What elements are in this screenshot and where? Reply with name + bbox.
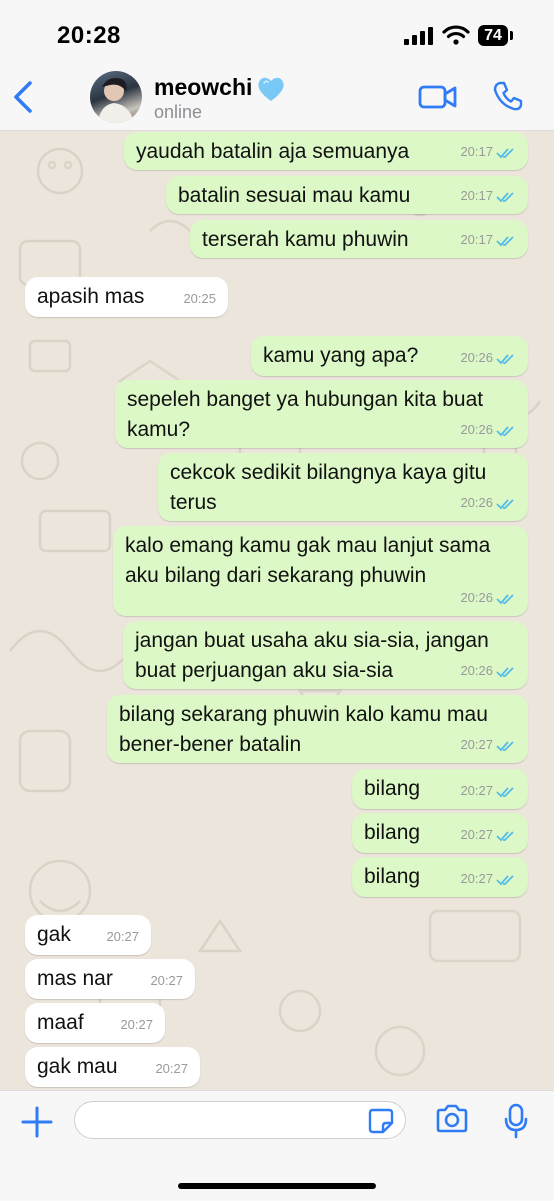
- incoming-message[interactable]: gak 20:27: [25, 915, 151, 955]
- message-text: gak mau: [37, 1055, 118, 1078]
- outgoing-message[interactable]: bilang sekarang phuwin kalo kamu mau ben…: [107, 695, 528, 763]
- incoming-message[interactable]: apasih mas 20:25: [25, 277, 228, 317]
- status-time: 20:28: [57, 22, 121, 49]
- back-chevron-icon[interactable]: [10, 80, 36, 114]
- outgoing-message[interactable]: terserah kamu phuwin 20:17: [190, 220, 528, 258]
- outgoing-message[interactable]: bilang 20:27: [352, 813, 528, 853]
- blue-heart-icon: [258, 77, 284, 101]
- message-text: jangan buat usaha aku sia-sia, jangan bu…: [135, 629, 489, 682]
- battery-icon: 74: [478, 25, 508, 46]
- message-time: 20:17: [460, 188, 493, 203]
- sticker-icon[interactable]: [368, 1108, 394, 1134]
- message-time: 20:27: [460, 783, 493, 798]
- message-input[interactable]: [74, 1101, 406, 1139]
- message-composer: [0, 1090, 554, 1201]
- incoming-message[interactable]: mas nar 20:27: [25, 959, 195, 999]
- read-ticks-icon: [496, 498, 514, 509]
- message-text: mas nar: [37, 967, 113, 990]
- message-text: bilang sekarang phuwin kalo kamu mau ben…: [119, 703, 488, 756]
- message-time: 20:17: [460, 144, 493, 159]
- battery-tip: [510, 31, 513, 40]
- read-ticks-icon: [496, 191, 514, 202]
- message-time: 20:26: [460, 590, 493, 605]
- message-text: kamu yang apa?: [263, 344, 419, 367]
- message-time: 20:26: [460, 663, 493, 678]
- read-ticks-icon: [496, 830, 514, 841]
- message-text: cekcok sedikit bilangnya kaya gitu terus: [170, 461, 487, 514]
- read-ticks-icon: [496, 666, 514, 677]
- read-ticks-icon: [496, 874, 514, 885]
- read-ticks-icon: [496, 425, 514, 436]
- message-time: 20:26: [460, 422, 493, 437]
- message-time: 20:27: [106, 929, 139, 944]
- status-bar: 20:28 74: [0, 0, 554, 66]
- message-time: 20:27: [155, 1061, 188, 1076]
- outgoing-message[interactable]: yaudah batalin aja semuanya 20:17: [124, 132, 528, 170]
- read-ticks-icon: [496, 740, 514, 751]
- message-time: 20:27: [460, 737, 493, 752]
- incoming-message[interactable]: gak mau 20:27: [25, 1047, 200, 1087]
- read-ticks-icon: [496, 235, 514, 246]
- message-time: 20:17: [460, 232, 493, 247]
- message-time: 20:26: [460, 495, 493, 510]
- message-text: terserah kamu phuwin: [202, 228, 409, 251]
- read-ticks-icon: [496, 593, 514, 604]
- message-text: gak: [37, 923, 71, 946]
- message-time: 20:27: [150, 973, 183, 988]
- message-time: 20:27: [460, 827, 493, 842]
- contact-name[interactable]: meowchi: [154, 74, 252, 101]
- message-time: 20:27: [460, 871, 493, 886]
- message-time: 20:27: [120, 1017, 153, 1032]
- outgoing-message[interactable]: kalo emang kamu gak mau lanjut sama aku …: [113, 526, 528, 616]
- outgoing-message[interactable]: bilang 20:27: [352, 857, 528, 897]
- message-text: kalo emang kamu gak mau lanjut sama aku …: [125, 534, 491, 587]
- message-text: batalin sesuai mau kamu: [178, 184, 411, 207]
- chat-header: meowchi online: [0, 66, 554, 131]
- message-text: sepeleh banget ya hubungan kita buat kam…: [127, 388, 484, 441]
- contact-avatar[interactable]: [90, 71, 142, 123]
- outgoing-message[interactable]: kamu yang apa? 20:26: [251, 336, 528, 376]
- video-call-icon[interactable]: [418, 84, 458, 110]
- outgoing-message[interactable]: batalin sesuai mau kamu 20:17: [166, 176, 528, 214]
- message-text: bilang: [364, 777, 421, 800]
- outgoing-message[interactable]: sepeleh banget ya hubungan kita buat kam…: [115, 380, 528, 448]
- outgoing-message[interactable]: cekcok sedikit bilangnya kaya gitu terus…: [158, 453, 528, 521]
- add-attachment-icon[interactable]: [20, 1105, 54, 1139]
- home-indicator: [178, 1183, 376, 1189]
- message-time: 20:26: [460, 350, 493, 365]
- outgoing-message[interactable]: jangan buat usaha aku sia-sia, jangan bu…: [123, 621, 528, 689]
- message-text: bilang: [364, 821, 421, 844]
- message-text: apasih mas: [37, 285, 145, 308]
- contact-status: online: [154, 102, 203, 122]
- phone-call-icon[interactable]: [492, 80, 524, 112]
- chat-area[interactable]: yaudah batalin aja semuanya 20:17 batali…: [0, 131, 554, 1089]
- message-text: yaudah batalin aja semuanya: [136, 140, 410, 163]
- message-text: bilang: [364, 865, 421, 888]
- message-time: 20:25: [183, 291, 216, 306]
- message-text: maaf: [37, 1011, 84, 1034]
- microphone-icon[interactable]: [503, 1103, 529, 1139]
- read-ticks-icon: [496, 353, 514, 364]
- incoming-message[interactable]: maaf 20:27: [25, 1003, 165, 1043]
- read-ticks-icon: [496, 786, 514, 797]
- cellular-signal-icon: [404, 27, 433, 45]
- camera-icon[interactable]: [435, 1104, 469, 1134]
- outgoing-message[interactable]: bilang 20:27: [352, 769, 528, 809]
- avatar-photo-icon: [98, 78, 134, 123]
- wifi-icon: [442, 25, 470, 45]
- read-ticks-icon: [496, 147, 514, 158]
